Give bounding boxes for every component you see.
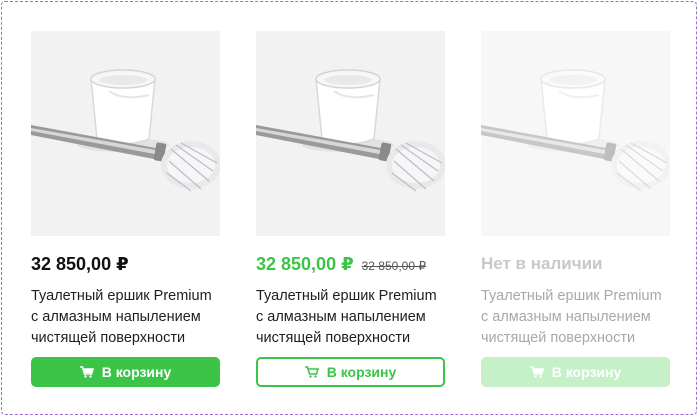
add-to-cart-button[interactable]: В корзину <box>481 357 670 387</box>
add-to-cart-label: В корзину <box>101 364 172 380</box>
old-price: 32 850,00 ₽ <box>361 259 426 273</box>
availability-status: Нет в наличии <box>481 254 603 273</box>
cart-icon <box>304 366 319 378</box>
price-row: 32 850,00 ₽ 32 850,00 ₽ <box>256 254 445 276</box>
product-card[interactable]: 32 850,00 ₽ 32 850,00 ₽ Туалетный ершик … <box>256 31 445 387</box>
add-to-cart-button[interactable]: В корзину <box>256 357 445 387</box>
add-to-cart-label: В корзину <box>551 364 622 380</box>
price-row: 32 850,00 ₽ <box>31 254 220 276</box>
cart-icon <box>79 366 94 378</box>
cart-icon <box>529 366 544 378</box>
product-card[interactable]: Нет в наличии Туалетный ершик Premium с … <box>481 31 670 387</box>
product-image[interactable] <box>31 31 220 236</box>
product-image[interactable] <box>481 31 670 236</box>
price: 32 850,00 ₽ <box>31 254 129 274</box>
toilet-brush-image <box>31 31 220 236</box>
add-to-cart-label: В корзину <box>326 364 397 380</box>
add-to-cart-button[interactable]: В корзину <box>31 357 220 387</box>
product-image[interactable] <box>256 31 445 236</box>
product-title[interactable]: Туалетный ершик Premium с алмазным напыл… <box>31 286 220 348</box>
product-title[interactable]: Туалетный ершик Premium с алмазным напыл… <box>256 286 445 348</box>
price-row: Нет в наличии <box>481 254 670 276</box>
toilet-brush-image <box>481 31 670 236</box>
product-card[interactable]: 32 850,00 ₽ Туалетный ершик Premium с ал… <box>31 31 220 387</box>
product-title[interactable]: Туалетный ершик Premium с алмазным напыл… <box>481 286 670 348</box>
sale-price: 32 850,00 ₽ <box>256 254 354 274</box>
toilet-brush-image <box>256 31 445 236</box>
